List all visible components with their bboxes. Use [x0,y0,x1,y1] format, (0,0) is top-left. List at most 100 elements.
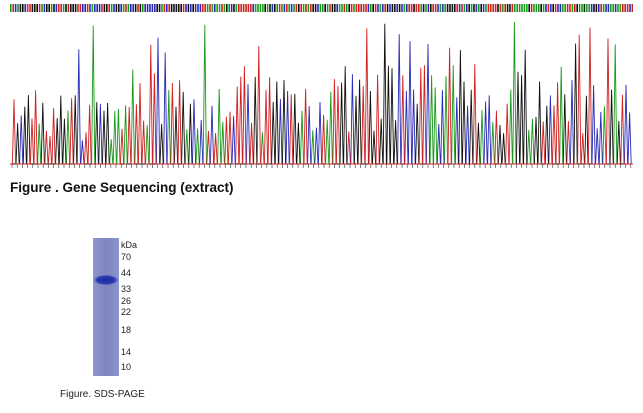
base-call-glyph [490,4,492,12]
base-call-glyph [598,4,600,12]
base-call-glyph [72,4,74,12]
base-call-glyph [226,4,228,12]
base-call-glyph [454,4,456,12]
base-call-glyph [533,4,535,12]
base-call-glyph [420,4,422,12]
base-call-glyph [288,4,290,12]
base-call-glyph [106,4,108,12]
sds-page-gel-lane [93,238,119,376]
base-call-glyph [175,4,178,12]
base-call-glyph [293,4,295,12]
base-call-glyph [312,4,314,12]
base-call-glyph [166,4,168,12]
base-call-glyph [276,4,278,12]
base-call-glyph [329,4,331,12]
base-call-glyph [379,4,382,12]
base-call-glyph [216,4,218,12]
base-call-glyph [473,4,475,12]
base-call-glyph [250,4,252,12]
base-call-glyph [631,4,633,12]
base-call-glyph [545,4,547,12]
base-call-glyph [622,4,624,12]
base-call-glyph [355,4,358,12]
sequencing-chromatogram [10,22,633,168]
base-call-glyph [514,4,516,12]
base-call-glyph [266,4,269,12]
base-call-glyph [254,4,257,12]
base-call-glyph [350,4,353,12]
base-call-glyph [516,4,518,12]
base-call-glyph [396,4,398,12]
base-call-glyph [70,4,72,12]
base-call-glyph [422,4,425,12]
base-call-glyph [38,4,41,12]
base-call-glyph [468,4,470,12]
base-call-glyph [444,4,446,12]
base-call-glyph [290,4,293,12]
base-call-glyph [53,4,55,12]
base-call-glyph [235,4,238,12]
base-call-glyph [185,4,187,12]
base-call-glyph [233,4,235,12]
base-call-glyph [10,4,12,12]
base-call-glyph [278,4,281,12]
base-call-glyph [247,4,250,12]
base-call-glyph [502,4,504,12]
base-call-glyph [317,4,319,12]
base-call-glyph [418,4,420,12]
base-call-glyph [43,4,46,12]
base-call-glyph [194,4,197,12]
base-call-glyph [326,4,329,12]
base-call-glyph [576,4,578,12]
base-call-glyph [144,4,146,12]
marker-18: 18 [121,325,132,335]
base-call-glyph [221,4,223,12]
base-call-glyph [298,4,300,12]
base-call-glyph [617,4,619,12]
base-call-glyph [554,4,557,12]
base-call-glyph [262,4,264,12]
base-call-glyph [283,4,286,12]
base-call-glyph [338,4,341,12]
base-call-glyph [600,4,602,12]
base-call-glyph [192,4,194,12]
base-call-glyph [17,4,19,12]
base-call-glyph [122,4,125,12]
base-call-glyph [336,4,338,12]
base-call-glyph [619,4,622,12]
base-call-glyph [252,4,254,12]
base-call-glyph [142,4,144,12]
base-call-glyph [264,4,266,12]
base-call-glyph [415,4,418,12]
marker-14: 14 [121,347,132,357]
base-call-glyph [614,4,617,12]
base-call-glyph [492,4,494,12]
base-call-glyph [127,4,130,12]
base-call-sequence-strip [10,4,633,12]
molecular-weight-unit-label: kDa [121,240,138,250]
base-call-glyph [530,4,533,12]
base-call-glyph [348,4,350,12]
base-call-glyph [590,4,593,12]
base-call-glyph [439,4,442,12]
base-call-glyph [377,4,379,12]
base-call-glyph [269,4,271,12]
base-call-glyph [382,4,384,12]
base-call-glyph [581,4,583,12]
base-call-glyph [408,4,410,12]
base-call-glyph [331,4,334,12]
base-call-glyph [518,4,521,12]
base-call-glyph [437,4,439,12]
base-call-glyph [281,4,283,12]
base-call-glyph [238,4,240,12]
base-call-glyph [310,4,312,12]
base-call-glyph [430,4,432,12]
base-call-glyph [314,4,317,12]
base-call-glyph [535,4,538,12]
base-call-glyph [98,4,101,12]
base-call-glyph [118,4,120,12]
base-call-glyph [470,4,473,12]
base-call-glyph [146,4,149,12]
base-call-glyph [168,4,170,12]
base-call-glyph [223,4,226,12]
